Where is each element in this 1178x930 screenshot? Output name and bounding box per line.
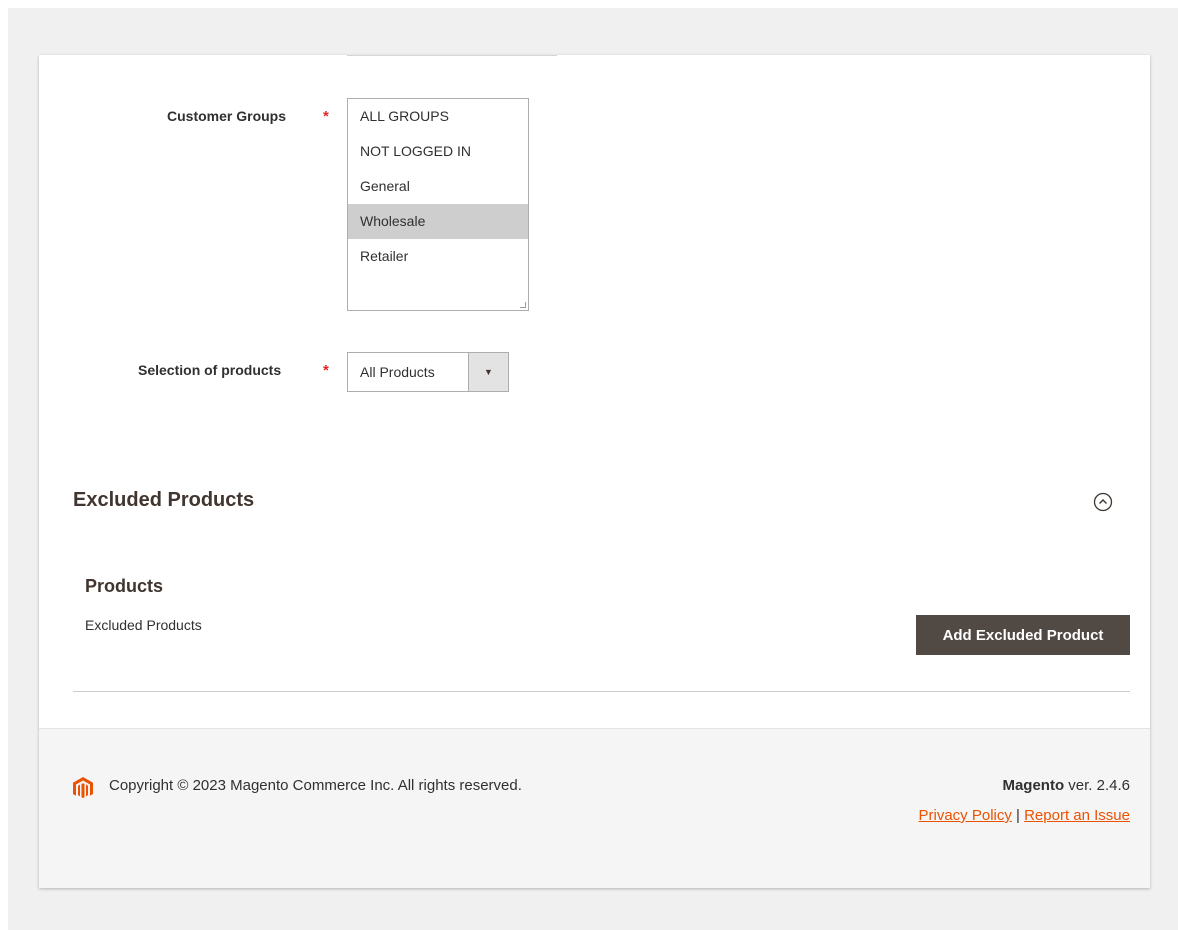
customer-groups-multiselect[interactable]: ALL GROUPS NOT LOGGED IN General Wholesa… [347,98,529,311]
excluded-products-section-title[interactable]: Excluded Products [73,489,254,512]
chevron-up-circle-icon[interactable] [1093,492,1113,512]
page-background: Customer Groups * ALL GROUPS NOT LOGGED … [8,8,1178,930]
customer-groups-required-mark: * [323,108,329,125]
selection-of-products-required-mark: * [323,362,329,379]
link-separator: | [1011,807,1025,824]
previous-field-edge [347,55,557,56]
resize-grip-icon[interactable] [520,302,526,308]
excluded-products-subtext: Excluded Products [85,617,202,633]
brand-name: Magento [1002,777,1065,794]
version-info: Magento ver. 2.4.6 [1002,777,1130,794]
customer-group-option-all-groups[interactable]: ALL GROUPS [348,99,528,134]
page-footer: Copyright © 2023 Magento Commerce Inc. A… [39,728,1150,888]
footer-links: Privacy Policy | Report an Issue [919,807,1131,824]
add-excluded-product-button[interactable]: Add Excluded Product [916,615,1130,655]
magento-logo-icon [73,777,93,798]
customer-group-option-general[interactable]: General [348,169,528,204]
section-divider [73,691,1130,692]
caret-down-icon[interactable]: ▼ [468,353,508,391]
content-panel: Customer Groups * ALL GROUPS NOT LOGGED … [39,55,1150,888]
products-heading: Products [85,576,164,596]
privacy-policy-link[interactable]: Privacy Policy [919,807,1012,824]
customer-group-option-retailer[interactable]: Retailer [348,239,528,274]
customer-group-option-not-logged-in[interactable]: NOT LOGGED IN [348,134,528,169]
customer-groups-label: Customer Groups [167,108,287,124]
selection-of-products-select[interactable]: All Products ▼ [347,352,509,392]
copyright-text: Copyright © 2023 Magento Commerce Inc. A… [109,777,522,794]
report-issue-link[interactable]: Report an Issue [1024,807,1130,824]
selection-of-products-label: Selection of products [138,362,282,378]
selection-of-products-value: All Products [360,364,435,380]
customer-group-option-wholesale[interactable]: Wholesale [348,204,528,239]
version-number: ver. 2.4.6 [1064,777,1130,794]
